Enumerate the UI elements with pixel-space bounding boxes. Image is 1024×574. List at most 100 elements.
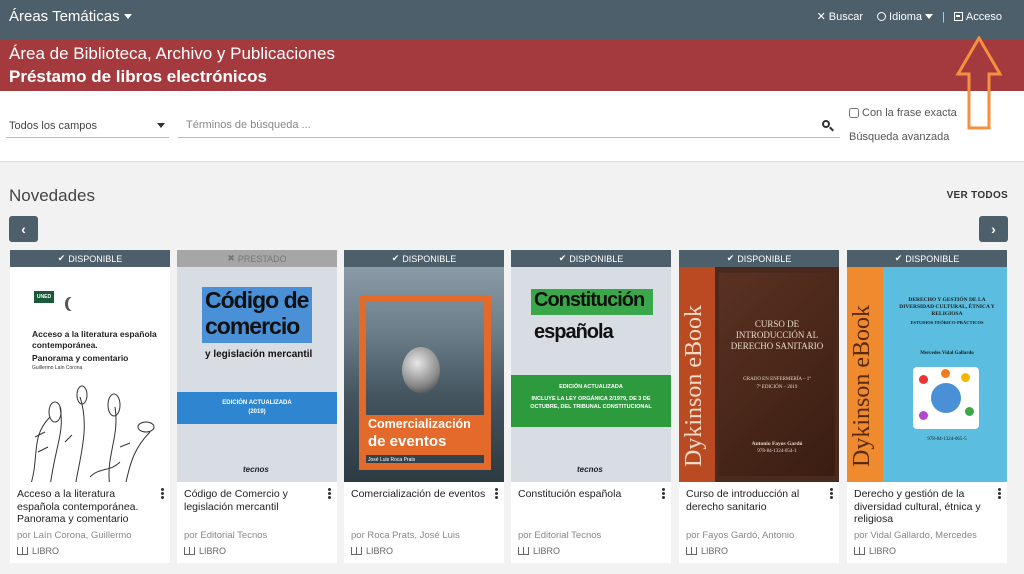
exact-phrase-checkbox[interactable] bbox=[849, 108, 859, 118]
access-link[interactable]: Acceso bbox=[953, 10, 1002, 23]
more-options-icon[interactable] bbox=[662, 488, 665, 499]
cover-spine-text: Dykinson eBook bbox=[681, 305, 707, 467]
x-icon: ✖ bbox=[227, 253, 235, 263]
book-card[interactable]: ✔ DISPONIBLE Dykinson eBook DERECHO Y GE… bbox=[847, 250, 1007, 563]
search-bar: Todos los campos Con la frase exacta Bús… bbox=[0, 91, 1024, 162]
book-title[interactable]: Código de Comercio y legislación mercant… bbox=[184, 488, 324, 513]
more-options-icon[interactable] bbox=[161, 488, 164, 499]
hand-illustration bbox=[941, 369, 950, 378]
globe-icon bbox=[877, 12, 887, 21]
book-card[interactable]: ✔ DISPONIBLE Dykinson eBook CURSO DE INT… bbox=[679, 250, 839, 563]
book-cover[interactable]: Constitución española EDICIÓN ACTUALIZAD… bbox=[511, 267, 671, 482]
cover-author: Antonio Fayos Gardó bbox=[751, 441, 803, 447]
availability-label: DISPONIBLE bbox=[737, 253, 792, 264]
book-cover[interactable]: Código de comercio y legislación mercant… bbox=[177, 267, 337, 482]
language-menu[interactable]: Idioma bbox=[877, 10, 934, 23]
search-button[interactable] bbox=[822, 120, 834, 132]
book-card[interactable]: ✔ DISPONIBLE UNED Acceso a la literatura… bbox=[10, 250, 170, 563]
book-icon bbox=[184, 547, 195, 555]
carousel-prev-button[interactable]: ‹ bbox=[9, 216, 38, 242]
cover-title-line1: Código de bbox=[205, 287, 309, 313]
book-type: LIBRO bbox=[17, 546, 59, 556]
hand-illustration bbox=[965, 407, 974, 416]
search-input[interactable] bbox=[178, 113, 840, 138]
book-card[interactable]: ✔ DISPONIBLE Constitución española EDICI… bbox=[511, 250, 671, 563]
cover-illustration bbox=[913, 367, 979, 429]
cover-edition: EDICIÓN ACTUALIZADA bbox=[559, 384, 623, 390]
book-type-label: LIBRO bbox=[32, 546, 60, 556]
more-options-icon[interactable] bbox=[328, 488, 331, 499]
close-icon: ✕ bbox=[816, 11, 826, 23]
cover-author: Mercedes Vidal Gallardo bbox=[920, 351, 974, 356]
annotation-arrow-up bbox=[955, 36, 1003, 130]
book-title[interactable]: Constitución española bbox=[518, 488, 658, 501]
availability-label: DISPONIBLE bbox=[569, 253, 624, 264]
book-type-label: LIBRO bbox=[701, 546, 729, 556]
chevron-right-icon: › bbox=[991, 221, 996, 237]
publisher-logo: tecnos bbox=[243, 465, 269, 474]
advanced-search-link[interactable]: Búsqueda avanzada bbox=[849, 131, 949, 143]
more-options-icon[interactable] bbox=[998, 488, 1001, 499]
book-type: LIBRO bbox=[184, 546, 226, 556]
cover-title-line1: Comercialización bbox=[368, 417, 471, 431]
cover-isbn: 978-84-1324-054-1 bbox=[757, 449, 797, 454]
hand-illustration bbox=[919, 375, 928, 384]
availability-badge: ✔ DISPONIBLE bbox=[10, 250, 170, 267]
access-label: Acceso bbox=[965, 10, 1002, 23]
check-icon: ✔ bbox=[894, 253, 903, 263]
search-link[interactable]: ✕ Buscar bbox=[816, 10, 863, 24]
availability-label: DISPONIBLE bbox=[402, 253, 457, 264]
exact-phrase-label: Con la frase exacta bbox=[862, 107, 957, 119]
book-type: LIBRO bbox=[351, 546, 393, 556]
check-icon: ✔ bbox=[391, 253, 400, 263]
book-title[interactable]: Comercialización de eventos bbox=[351, 488, 491, 501]
check-icon: ✔ bbox=[726, 253, 735, 263]
book-type-label: LIBRO bbox=[366, 546, 394, 556]
login-icon bbox=[953, 12, 963, 21]
globe-illustration bbox=[931, 383, 961, 413]
book-cover[interactable]: UNED Acceso a la literatura española con… bbox=[10, 267, 170, 482]
book-cover[interactable]: Dykinson eBook DERECHO Y GESTIÓN DE LA D… bbox=[847, 267, 1007, 482]
cover-microphone bbox=[402, 347, 440, 393]
cover-title: DERECHO Y GESTIÓN DE LA DIVERSIDAD CULTU… bbox=[899, 297, 995, 317]
more-options-icon[interactable] bbox=[495, 488, 498, 499]
cover-course: GRADO EN ENFERMERÍA – 1º bbox=[743, 377, 811, 382]
availability-badge: ✖ PRESTADO bbox=[177, 250, 337, 267]
search-field-select[interactable]: Todos los campos bbox=[6, 113, 169, 138]
cover-title-line1: Constitución bbox=[534, 289, 645, 311]
cover-subtitle: Panorama y comentario bbox=[32, 353, 129, 363]
book-cover[interactable]: Comercialización de eventos José Luis Ro… bbox=[344, 267, 504, 482]
book-icon bbox=[17, 547, 28, 555]
hand-illustration bbox=[919, 411, 928, 420]
cover-moon-icon bbox=[68, 297, 78, 311]
book-title[interactable]: Curso de introducción al derecho sanitar… bbox=[686, 488, 826, 513]
see-all-link[interactable]: VER TODOS bbox=[947, 190, 1008, 201]
cover-subtitle: y legislación mercantil bbox=[205, 349, 313, 360]
carousel-next-button[interactable]: › bbox=[979, 216, 1008, 242]
exact-phrase-option[interactable]: Con la frase exacta bbox=[849, 107, 957, 119]
page-banner: Área de Biblioteca, Archivo y Publicacio… bbox=[0, 39, 1024, 91]
availability-label: DISPONIBLE bbox=[905, 253, 960, 264]
availability-badge: ✔ DISPONIBLE bbox=[344, 250, 504, 267]
caret-down-icon bbox=[123, 14, 132, 19]
area-title: Área de Biblioteca, Archivo y Publicacio… bbox=[9, 44, 336, 63]
caret-down-icon bbox=[157, 123, 165, 128]
cover-author: José Luis Roca Prats bbox=[368, 457, 416, 463]
book-author: por Fayos Gardó, Antonio bbox=[686, 530, 795, 541]
book-cover[interactable]: Dykinson eBook CURSO DE INTRODUCCIÓN AL … bbox=[679, 267, 839, 482]
search-field-value: Todos los campos bbox=[9, 120, 98, 132]
book-icon bbox=[518, 547, 529, 555]
book-type-label: LIBRO bbox=[869, 546, 897, 556]
hand-illustration bbox=[961, 373, 970, 382]
thematic-areas-menu[interactable]: Áreas Temáticas bbox=[9, 8, 132, 25]
book-card[interactable]: ✔ DISPONIBLE Comercialización de eventos… bbox=[344, 250, 504, 563]
book-title[interactable]: Derecho y gestión de la diversidad cultu… bbox=[854, 488, 994, 526]
top-nav: ✕ Buscar Idioma | Acceso bbox=[816, 10, 1002, 24]
cover-title: Acceso a la literatura española contempo… bbox=[32, 329, 157, 350]
book-title[interactable]: Acceso a la literatura española contempo… bbox=[17, 488, 157, 526]
more-options-icon[interactable] bbox=[830, 488, 833, 499]
language-label: Idioma bbox=[889, 10, 923, 23]
book-card[interactable]: ✖ PRESTADO Código de comercio y legislac… bbox=[177, 250, 337, 563]
book-type-label: LIBRO bbox=[199, 546, 227, 556]
book-type: LIBRO bbox=[518, 546, 560, 556]
